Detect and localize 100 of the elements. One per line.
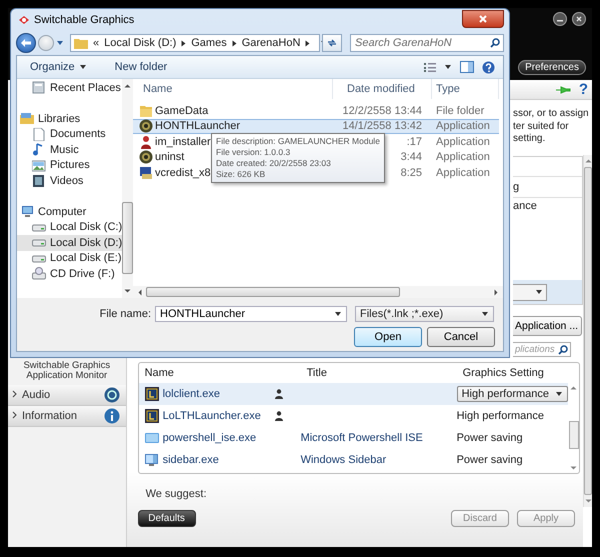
breadcrumb-item[interactable]: Games (191, 37, 227, 49)
scrollbar-thumb[interactable] (146, 287, 400, 297)
suggestion-label: We suggest: (146, 488, 208, 500)
app-icon (144, 387, 159, 401)
scrollbar[interactable] (133, 286, 503, 298)
table-cell: Power saving (456, 454, 523, 466)
toolbar-button[interactable]: Organize (27, 61, 90, 73)
table-row[interactable]: powershell_ise.exe Microsoft Powershell ISE Power saving (138, 427, 568, 449)
monitor-icon (144, 453, 159, 467)
column-header[interactable]: Name (138, 367, 301, 379)
file-name[interactable]: HONTHLauncher (155, 118, 333, 134)
folder-icon (74, 37, 88, 49)
file-name-field[interactable]: HONTHLauncher (155, 306, 347, 322)
scrollbar-thumb[interactable] (568, 421, 578, 449)
tooltip-text: File version: 1.0.0.3 (216, 147, 290, 158)
column-header[interactable]: Type (432, 79, 499, 99)
help-icon (482, 60, 495, 74)
sidebar-caption: Application Monitor (25, 371, 108, 381)
preferences-button[interactable]: Preferences (518, 60, 586, 75)
nav-item[interactable]: Local Disk (C:) (17, 220, 122, 235)
breadcrumb-overflow[interactable]: « (93, 37, 100, 49)
scrollbar[interactable] (122, 79, 134, 298)
breadcrumb-item[interactable]: GarenaHoN (242, 37, 300, 49)
close-icon (478, 14, 488, 24)
column-header[interactable]: Date modified (333, 79, 432, 99)
film-icon (32, 174, 46, 188)
table-row[interactable]: LoLTHLauncher.exe High performance (138, 405, 568, 427)
nav-item[interactable]: Videos (17, 173, 122, 188)
toolbar-button[interactable]: New folder (112, 61, 170, 73)
scrollbar-thumb[interactable] (584, 167, 592, 495)
nav-item[interactable]: Local Disk (E:) (17, 250, 122, 266)
scroll-down-icon (570, 466, 577, 471)
folder-icon (139, 104, 153, 118)
nav-item[interactable]: Libraries (17, 111, 122, 126)
scroll-up-icon (584, 158, 592, 163)
cancel-button[interactable]: Cancel (427, 327, 495, 347)
person-icon (139, 134, 153, 149)
refresh-button[interactable] (322, 34, 342, 52)
cd-drive-icon (32, 267, 46, 280)
document-icon (32, 128, 46, 141)
address-bar[interactable]: « Local Disk (D:) Games GarenaHoN (70, 34, 320, 52)
scroll-right-icon (494, 288, 499, 296)
column-header[interactable]: Name (133, 79, 333, 99)
app-icon (144, 409, 159, 423)
file-type: Application (432, 118, 499, 134)
open-button[interactable]: Open (354, 327, 422, 347)
app-icon (139, 119, 153, 134)
nav-item[interactable]: Music (17, 142, 122, 158)
file-type: Application (435, 134, 491, 150)
file-date: 12/2/2558 13:44 (342, 104, 422, 117)
graphics-dropdown[interactable]: High performance (456, 386, 568, 402)
table-cell: High performance (456, 410, 544, 422)
add-application-button[interactable]: Application ... (513, 316, 582, 336)
file-type-dropdown[interactable]: Files(*.lnk ;*.exe) (355, 306, 494, 322)
nav-item[interactable]: Recent Places (17, 80, 122, 96)
table-row[interactable]: lolclient.exe High performance (138, 383, 568, 405)
file-name[interactable]: GameData (155, 103, 333, 118)
nav-item[interactable]: CD Drive (F:) (17, 266, 122, 282)
nav-item[interactable]: Local Disk (D:) (17, 235, 122, 250)
help-link[interactable]: ? (578, 81, 588, 98)
scrollbar-thumb[interactable] (122, 202, 134, 274)
scrollbar[interactable] (583, 155, 592, 507)
description-text: setting. (513, 133, 546, 146)
sidebar-item[interactable]: Audio (8, 385, 126, 406)
caret-icon (555, 390, 563, 398)
action-button[interactable]: Defaults (138, 510, 196, 527)
column-header[interactable]: Title (300, 367, 457, 379)
nav-item[interactable]: Computer (17, 204, 122, 220)
tooltip-text: File description: GAMELAUNCHER Module (216, 136, 380, 147)
table-cell-text: ance (513, 200, 538, 212)
search-icon (558, 345, 568, 355)
back-button[interactable] (16, 33, 36, 53)
nav-item[interactable]: Documents (17, 126, 122, 142)
window-title: Switchable Graphics (34, 14, 134, 26)
field-label: File name: (98, 308, 151, 320)
nav-item[interactable]: Pictures (17, 158, 122, 173)
sidebar-caption: Switchable Graphics (22, 361, 112, 371)
sidebar-item[interactable]: Information (8, 406, 126, 427)
forward-button[interactable] (38, 35, 54, 51)
close-button[interactable] (462, 10, 504, 28)
person-icon (274, 389, 283, 399)
table-cell: lolclient.exe (162, 388, 220, 400)
table-cell: Windows Sidebar (300, 454, 386, 466)
person-icon (274, 411, 283, 421)
caret-icon (444, 63, 452, 71)
caret-icon (78, 63, 87, 71)
picture-icon (32, 158, 46, 172)
caret-icon (481, 310, 489, 318)
table-row[interactable]: sidebar.exe Windows Sidebar Power saving (138, 449, 568, 471)
tooltip-text: Date created: 20/2/2558 23:03 (216, 158, 331, 169)
dropdown[interactable] (513, 284, 547, 301)
breadcrumb-item[interactable]: Local Disk (D:) (104, 37, 176, 49)
search-field[interactable]: Search GarenaHoN (350, 34, 504, 52)
table-cell: Power saving (456, 432, 523, 444)
minimize-icon (553, 12, 567, 26)
chevron-icon (12, 390, 18, 398)
scroll-up-icon (570, 385, 577, 390)
column-header[interactable]: Graphics Setting (456, 367, 579, 379)
scroll-down-icon (584, 499, 592, 504)
search-field[interactable]: plications (513, 342, 571, 357)
